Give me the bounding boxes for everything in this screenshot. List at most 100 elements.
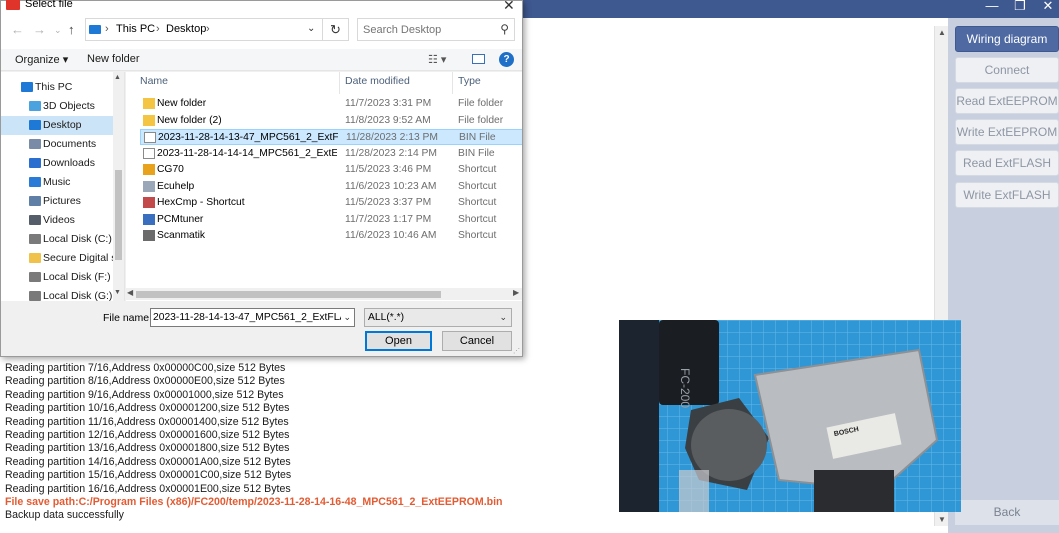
breadcrumb-separator-icon[interactable]: › (156, 23, 160, 35)
sidebar-button-connect[interactable]: Connect (955, 57, 1059, 83)
column-divider[interactable] (339, 72, 340, 94)
column-header-type[interactable]: Type (458, 75, 481, 87)
file-row[interactable]: PCMtuner 11/7/2023 1:17 PM Shortcut (140, 212, 522, 228)
refresh-icon[interactable]: ↻ (323, 18, 349, 41)
file-type: BIN File (459, 132, 496, 143)
file-name: CG70 (157, 164, 184, 175)
file-name: Scanmatik (157, 230, 206, 241)
nav-item-label: Documents (43, 138, 97, 150)
cancel-button[interactable]: Cancel (442, 331, 512, 351)
search-box[interactable]: ⚲ (357, 18, 515, 41)
download-icon (29, 158, 41, 168)
nav-scroll-thumb[interactable] (115, 170, 122, 260)
up-arrow-icon[interactable]: ↑ (68, 22, 75, 37)
scroll-down-arrow-icon[interactable]: ▼ (935, 515, 949, 524)
breadcrumb-desktop[interactable]: Desktop (166, 23, 206, 35)
dialog-title-bar: Select file ✕ (1, 0, 522, 13)
file-list-hscrollbar[interactable]: ◀ ▶ (126, 288, 522, 300)
video-icon (29, 215, 41, 225)
nav-item-pictures[interactable]: Pictures (1, 192, 113, 211)
preview-pane-icon[interactable] (472, 54, 485, 64)
file-row[interactable]: Scanmatik 11/6/2023 10:46 AM Shortcut (140, 228, 522, 244)
search-icon[interactable]: ⚲ (500, 22, 509, 36)
file-icon (143, 147, 155, 159)
back-button[interactable]: Back (955, 500, 1059, 525)
minimize-icon[interactable]: — (978, 0, 1006, 14)
nav-item-3d-objects[interactable]: 3D Objects (1, 97, 113, 116)
organize-button[interactable]: Organize ▾ (15, 53, 68, 66)
sidebar-button-read-exteeprom[interactable]: Read ExtEEPROM (955, 88, 1059, 114)
column-divider[interactable] (452, 72, 453, 94)
scroll-up-arrow-icon[interactable]: ▲ (114, 74, 121, 81)
file-date: 11/28/2023 2:13 PM (346, 132, 438, 143)
file-name: Ecuhelp (157, 180, 195, 192)
resize-grip-icon[interactable]: ⋰ (513, 347, 520, 355)
file-row[interactable]: HexCmp - Shortcut 11/5/2023 3:37 PM Shortc… (140, 195, 522, 211)
breadcrumb-separator-icon[interactable]: › (206, 23, 210, 35)
view-options-icon[interactable]: ☷ ▾ (428, 53, 446, 66)
breadcrumb-separator-icon[interactable]: › (105, 23, 109, 35)
close-icon[interactable]: ✕ (1034, 0, 1059, 14)
nav-item-label: Desktop (43, 119, 82, 131)
file-date: 11/28/2023 2:14 PM (345, 147, 437, 159)
open-button[interactable]: Open (365, 331, 432, 351)
file-row[interactable]: Ecuhelp 11/6/2023 10:23 AM Shortcut (140, 179, 522, 195)
help-icon[interactable]: ? (499, 52, 514, 67)
column-header-date[interactable]: Date modified (345, 75, 410, 87)
file-row[interactable]: New folder 11/7/2023 3:31 PM File folder (140, 96, 522, 112)
nav-item-local-disk-f[interactable]: Local Disk (F:) (1, 268, 113, 287)
sidebar-button-read-extflash[interactable]: Read ExtFLASH (955, 150, 1059, 176)
file-type: File folder (458, 98, 504, 109)
file-row[interactable]: CG70 11/5/2023 3:46 PM Shortcut (140, 162, 522, 178)
forward-arrow-icon[interactable]: → (33, 22, 46, 37)
file-name-input[interactable] (153, 309, 341, 326)
file-row[interactable]: New folder (2) 11/8/2023 9:52 AM File fold… (140, 113, 522, 129)
filter-dropdown-icon[interactable]: ⌄ (499, 312, 507, 323)
nav-item-label: Pictures (43, 195, 81, 207)
sort-arrow-icon: ^ (236, 72, 240, 76)
log-line: Reading partition 16/16,Address 0x00001E… (5, 482, 291, 495)
breadcrumb-this-pc[interactable]: This PC (116, 23, 155, 35)
log-line: Reading partition 13/16,Address 0x000018… (5, 442, 290, 455)
search-input[interactable] (363, 19, 493, 40)
address-bar[interactable]: › This PC › Desktop › ⌄ (85, 18, 323, 41)
ecu-photo: FC-200 BOSCH (619, 320, 961, 512)
scroll-up-arrow-icon[interactable]: ▲ (935, 28, 949, 37)
file-type: Shortcut (458, 180, 497, 192)
document-icon (29, 139, 41, 149)
file-type-filter[interactable]: ALL(*.*) ⌄ (364, 308, 512, 327)
address-dropdown-icon[interactable]: ⌄ (307, 23, 315, 34)
new-folder-button[interactable]: New folder (87, 53, 140, 65)
nav-item-desktop[interactable]: Desktop (1, 116, 113, 135)
sidebar-button-write-exteeprom[interactable]: Write ExtEEPROM (955, 119, 1059, 145)
nav-item-downloads[interactable]: Downloads (1, 154, 113, 173)
nav-item-label: Downloads (43, 157, 95, 169)
fc200-label: FC-200 (678, 368, 692, 408)
nav-item-secure-digital-sto[interactable]: Secure Digital sto (1, 249, 113, 268)
nav-item-this-pc[interactable]: This PC (1, 78, 113, 97)
log-line: Reading partition 15/16,Address 0x00001C… (5, 469, 292, 482)
sidebar-button-wiring-diagram[interactable]: Wiring diagram (955, 26, 1059, 52)
scroll-down-arrow-icon[interactable]: ▼ (114, 289, 121, 296)
scroll-left-arrow-icon[interactable]: ◀ (127, 288, 133, 297)
log-line: Reading partition 8/16,Address 0x00000E0… (5, 375, 285, 388)
log-line: Reading partition 14/16,Address 0x00001A… (5, 455, 291, 468)
scroll-right-arrow-icon[interactable]: ▶ (513, 288, 519, 297)
file-row[interactable]: 2023-11-28-14-13-47_MPC561_2_ExtFLAS... 1… (140, 129, 522, 145)
sidebar-button-write-extflash[interactable]: Write ExtFLASH (955, 182, 1059, 208)
hscroll-thumb[interactable] (136, 291, 441, 298)
file-name-field[interactable]: ⌄ (150, 308, 355, 327)
restore-icon[interactable]: ❐ (1006, 0, 1034, 14)
nav-item-local-disk-g[interactable]: Local Disk (G:) (1, 287, 113, 301)
nav-item-music[interactable]: Music (1, 173, 113, 192)
recent-dropdown-icon[interactable]: ⌄ (54, 25, 62, 36)
nav-pane-scrollbar[interactable]: ▲ ▼ (113, 72, 124, 301)
nav-item-videos[interactable]: Videos (1, 211, 113, 230)
file-row[interactable]: 2023-11-28-14-14-14_MPC561_2_ExtEEPR... 1… (140, 146, 522, 162)
app-logo-icon (6, 0, 20, 10)
file-name-dropdown-icon[interactable]: ⌄ (343, 312, 351, 323)
nav-item-documents[interactable]: Documents (1, 135, 113, 154)
back-arrow-icon[interactable]: ← (11, 22, 24, 37)
column-header-name[interactable]: Name (140, 75, 168, 87)
nav-item-local-disk-c[interactable]: Local Disk (C:) (1, 230, 113, 249)
